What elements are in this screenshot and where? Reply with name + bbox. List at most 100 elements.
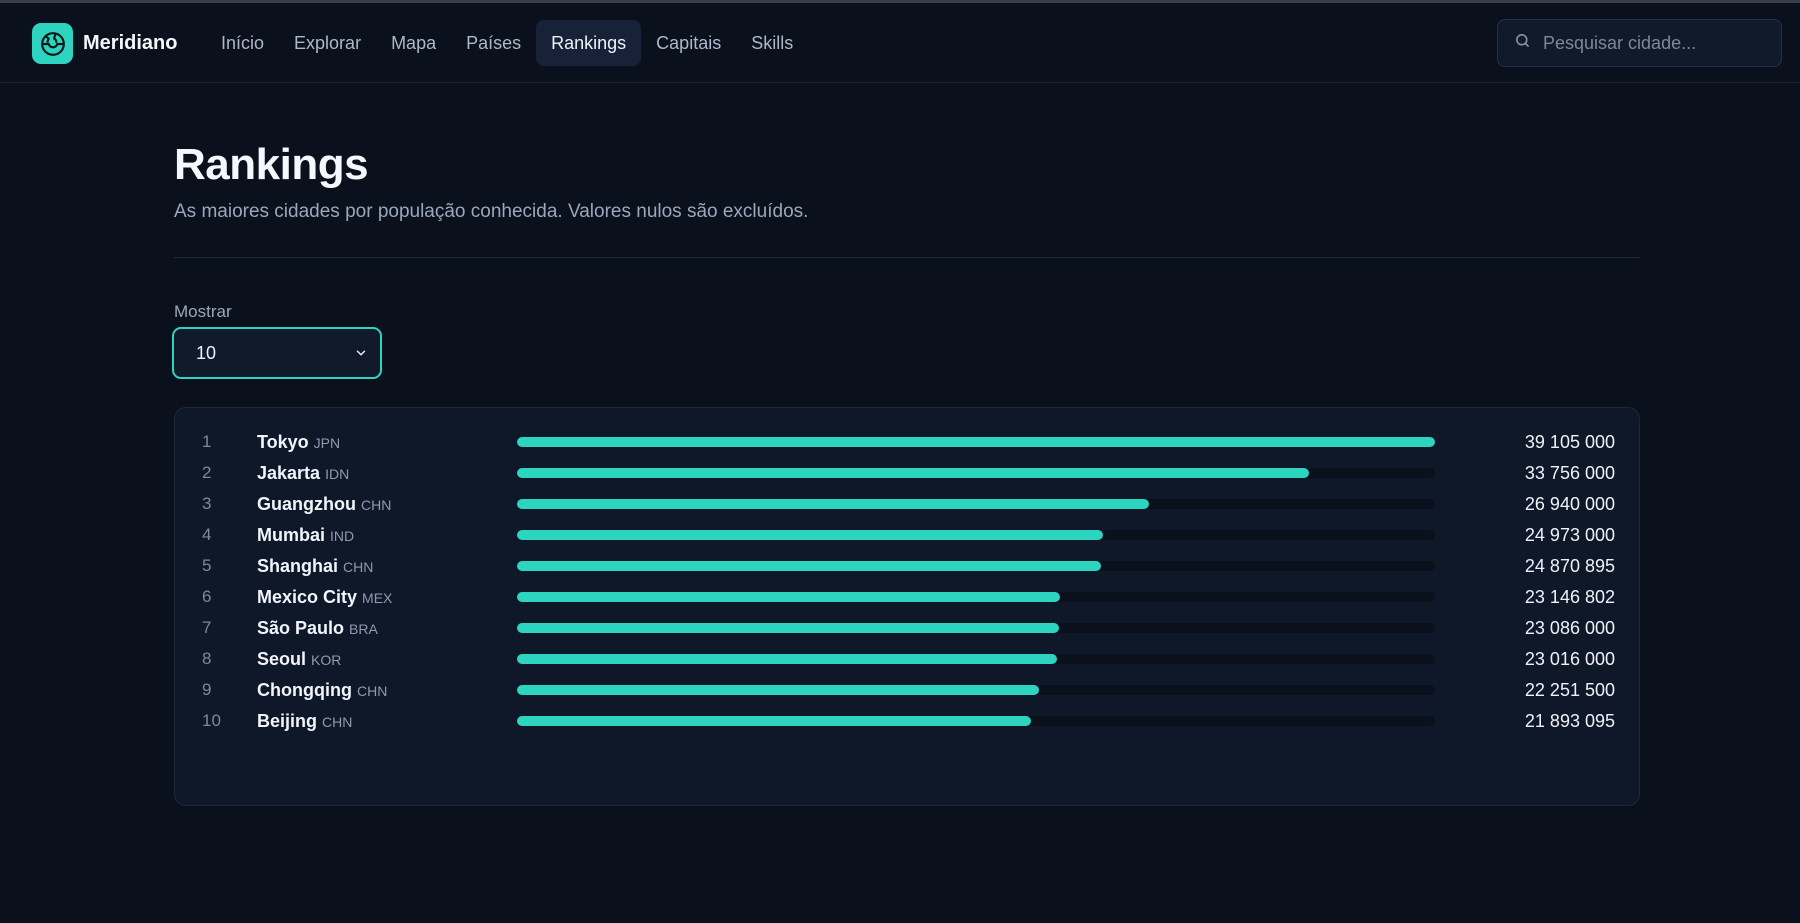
city-name: Tokyo JPN [257, 432, 340, 453]
show-count-label: Mostrar [174, 302, 232, 321]
population-bar-fill [517, 685, 1040, 695]
search-input[interactable] [1543, 32, 1763, 54]
city-label: Shanghai [257, 555, 339, 576]
country-code: IDN [325, 465, 350, 482]
rank-number: 9 [202, 680, 212, 699]
city-name: Chongqing CHN [257, 680, 387, 701]
city-name: Jakarta IDN [257, 463, 349, 484]
population-value: 26 940 000 [1524, 493, 1615, 514]
population-bar-fill [517, 654, 1058, 664]
population-value: 23 086 000 [1524, 617, 1615, 638]
main-nav: Início Explorar Mapa Países Rankings Cap… [206, 20, 808, 66]
ranking-row: 10 Beijing CHN 21 893 095 [175, 706, 1641, 736]
ranking-row: 2 Jakarta IDN 33 756 000 [175, 458, 1641, 488]
ranking-row: 3 Guangzhou CHN 26 940 000 [175, 489, 1641, 519]
nav-item-capitais[interactable]: Capitais [641, 20, 736, 66]
city-name: Mumbai IND [257, 525, 354, 546]
nav-item-rankings[interactable]: Rankings [536, 20, 642, 66]
population-bar-fill [517, 468, 1310, 478]
city-name: São Paulo BRA [257, 618, 378, 639]
country-code: BRA [349, 620, 378, 637]
rank-number: 2 [202, 463, 212, 482]
population-bar-fill [517, 530, 1104, 540]
country-code: CHN [360, 496, 392, 513]
rank-number: 5 [202, 556, 212, 575]
population-bar-track [517, 437, 1435, 447]
ranking-list: 1 Tokyo JPN 39 105 000 2 Jakarta IDN 33 75… [174, 407, 1640, 806]
brand-link[interactable]: Meridiano [32, 23, 177, 64]
population-value: 24 973 000 [1524, 524, 1615, 545]
page-subtitle: As maiores cidades por população conheci… [174, 201, 809, 222]
header-divider [174, 257, 1640, 258]
country-code: CHN [322, 713, 353, 730]
ranking-row: 7 São Paulo BRA 23 086 000 [175, 613, 1641, 643]
population-bar-track [517, 468, 1435, 478]
rank-number: 10 [202, 711, 221, 730]
page-title: Rankings [174, 140, 369, 189]
population-value: 33 756 000 [1524, 462, 1615, 483]
city-label: Mexico City [257, 586, 358, 607]
nav-item-inicio[interactable]: Início [206, 20, 279, 66]
population-value: 21 893 095 [1524, 710, 1615, 731]
country-code: CHN [356, 682, 388, 699]
population-bar-fill [517, 623, 1059, 633]
rank-number: 8 [202, 649, 212, 668]
city-label: Chongqing [257, 679, 352, 700]
rank-number: 4 [202, 525, 212, 544]
population-bar-track [517, 530, 1435, 540]
country-code: IND [330, 527, 355, 544]
city-label: Mumbai [257, 524, 326, 545]
nav-item-paises[interactable]: Países [451, 20, 536, 66]
top-navbar: Meridiano Início Explorar Mapa Países Ra… [0, 3, 1800, 83]
show-count-select[interactable]: 10 [172, 327, 382, 379]
country-code: JPN [313, 434, 341, 451]
chevron-down-icon [354, 346, 368, 365]
city-label: São Paulo [257, 617, 345, 638]
rank-number: 6 [202, 587, 212, 606]
city-label: Tokyo [257, 431, 309, 452]
ranking-row: 1 Tokyo JPN 39 105 000 [175, 427, 1641, 457]
nav-item-mapa[interactable]: Mapa [376, 20, 451, 66]
population-bar-fill [517, 592, 1061, 602]
population-bar-track [517, 561, 1435, 571]
population-bar-track [517, 654, 1435, 664]
ranking-row: 8 Seoul KOR 23 016 000 [175, 644, 1641, 674]
ranking-row: 4 Mumbai IND 24 973 000 [175, 520, 1641, 550]
show-count-value: 10 [196, 342, 217, 363]
population-bar-track [517, 499, 1435, 509]
ranking-row: 6 Mexico City MEX 23 146 802 [175, 582, 1641, 612]
ranking-row: 5 Shanghai CHN 24 870 895 [175, 551, 1641, 581]
city-label: Seoul [257, 648, 307, 669]
rank-number: 1 [202, 432, 212, 451]
population-bar-fill [517, 499, 1150, 509]
city-name: Shanghai CHN [257, 556, 373, 577]
population-bar-track [517, 592, 1435, 602]
city-label: Jakarta [257, 462, 321, 483]
search-icon [1514, 32, 1531, 54]
country-code: KOR [311, 651, 342, 668]
country-code: CHN [343, 558, 374, 575]
population-bar-fill [517, 561, 1101, 571]
city-name: Mexico City MEX [257, 587, 392, 608]
nav-item-explorar[interactable]: Explorar [279, 20, 376, 66]
population-value: 22 251 500 [1524, 679, 1615, 700]
rank-number: 3 [202, 494, 212, 513]
population-value: 23 146 802 [1524, 586, 1615, 607]
population-bar-fill [517, 716, 1031, 726]
population-value: 39 105 000 [1524, 431, 1615, 452]
ranking-row: 9 Chongqing CHN 22 251 500 [175, 675, 1641, 705]
city-name: Seoul KOR [257, 649, 341, 670]
search-box[interactable] [1497, 19, 1782, 67]
population-bar-fill [517, 437, 1435, 447]
population-bar-track [517, 716, 1435, 726]
population-bar-track [517, 623, 1435, 633]
city-label: Guangzhou [257, 493, 356, 514]
globe-logo-icon [32, 23, 73, 64]
nav-item-skills[interactable]: Skills [736, 20, 808, 66]
population-value: 24 870 895 [1524, 555, 1615, 576]
population-bar-track [517, 685, 1435, 695]
country-code: MEX [362, 589, 393, 606]
rank-number: 7 [202, 618, 212, 637]
city-name: Beijing CHN [257, 711, 352, 732]
city-label: Beijing [257, 710, 318, 731]
